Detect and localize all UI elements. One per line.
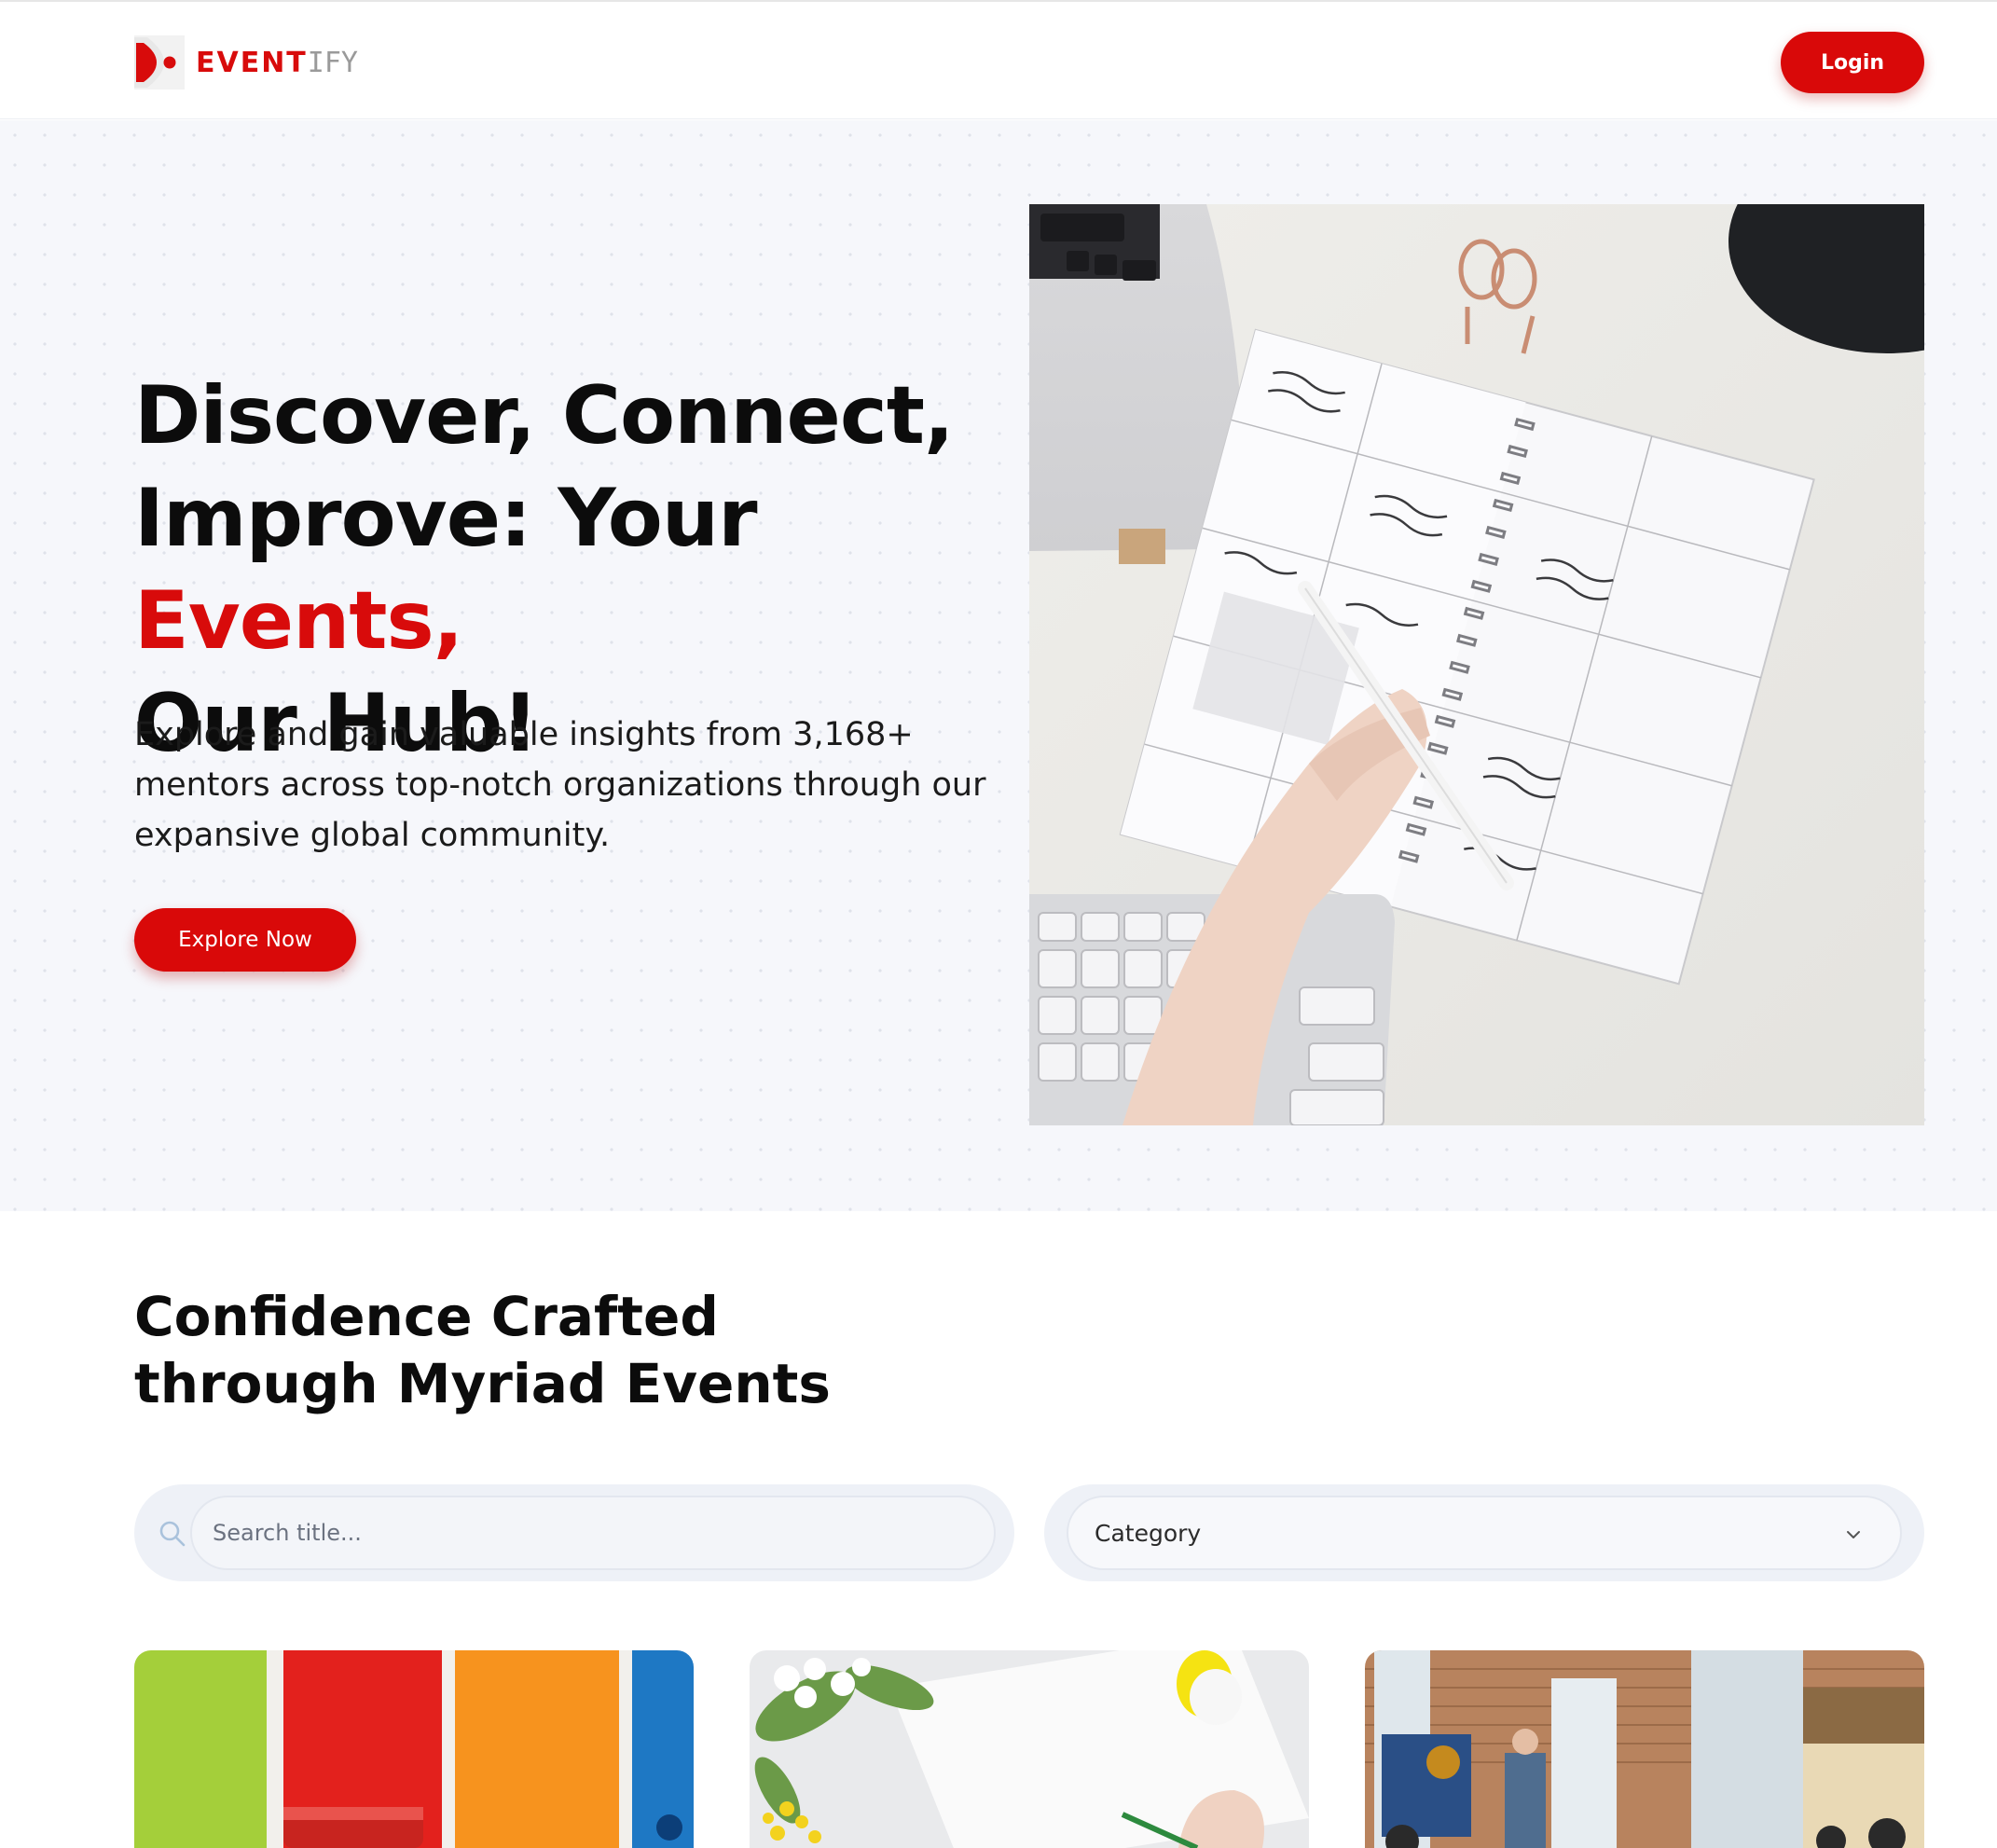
paint-stripes-photo	[134, 1650, 694, 1848]
top-navbar: EVENTIFY Login	[0, 0, 1997, 119]
event-card[interactable]	[750, 1650, 1309, 1848]
hero-section: Discover, Connect, Improve: Your Events, O…	[0, 120, 1997, 1211]
hero-description: Explore and gain valuable insights from …	[134, 716, 986, 854]
search-bar	[134, 1484, 1014, 1581]
hero-image	[1029, 204, 1924, 1125]
conference-talk-photo	[1365, 1650, 1924, 1848]
brand-logo[interactable]: EVENTIFY	[134, 35, 358, 90]
login-button[interactable]: Login	[1781, 32, 1924, 93]
explore-now-button[interactable]: Explore Now	[134, 908, 356, 972]
search-input[interactable]	[190, 1496, 996, 1570]
chevron-down-icon	[1847, 1531, 1860, 1538]
event-card[interactable]	[1365, 1650, 1924, 1848]
hero-title-accent: Events,	[134, 574, 463, 668]
planner-notebook-photo	[1029, 204, 1924, 1125]
category-filter: Category	[1044, 1484, 1924, 1581]
flowers-desk-photo	[750, 1650, 1309, 1848]
category-select[interactable]: Category	[1067, 1496, 1902, 1570]
logo-icon	[134, 35, 185, 90]
event-card[interactable]	[134, 1650, 694, 1848]
search-icon	[159, 1521, 186, 1547]
brand-name: EVENTIFY	[196, 46, 358, 79]
category-label: Category	[1095, 1519, 1202, 1547]
section-title: Confidence Crafted through Myriad Events	[134, 1285, 831, 1415]
